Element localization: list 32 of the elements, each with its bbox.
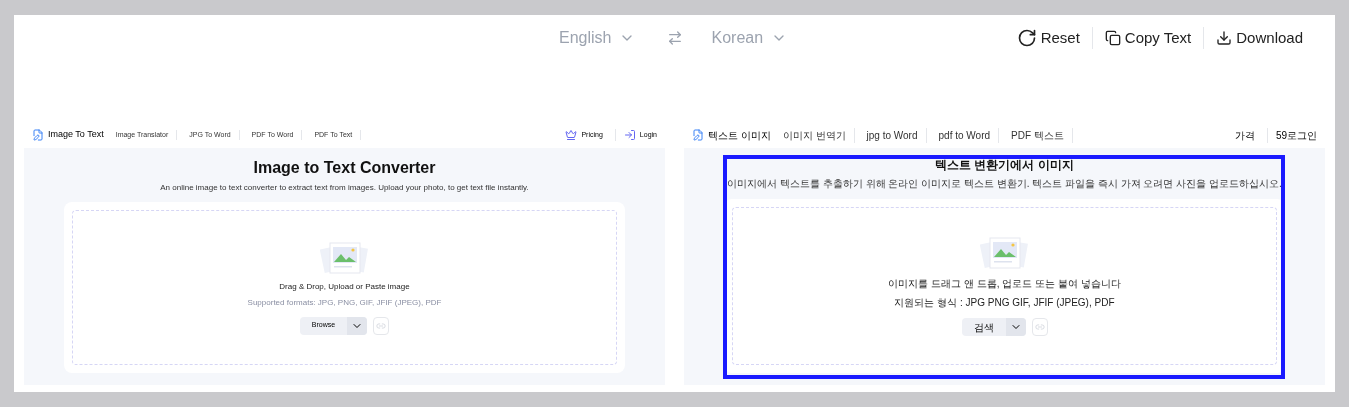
download-button[interactable]: Download — [1203, 26, 1315, 50]
page-title: Image to Text Converter — [253, 158, 436, 178]
logo-icon — [692, 129, 704, 141]
drop-text: 이미지를 드래그 앤 드롭, 업로드 또는 붙여 넣습니다 — [888, 277, 1121, 291]
dropdown-button[interactable] — [1005, 318, 1026, 336]
page-title: 텍스트 변환기에서 이미지 — [935, 157, 1074, 174]
swap-icon[interactable] — [667, 30, 684, 46]
nav-link[interactable]: 이미지 번역기 — [782, 127, 855, 143]
copy-icon — [1104, 30, 1121, 46]
dropdown-button[interactable] — [347, 316, 368, 335]
nav-link[interactable]: pdf to Word — [938, 127, 1000, 143]
reset-icon — [1016, 28, 1037, 48]
image-stack-icon — [979, 236, 1030, 272]
crown-icon — [565, 129, 578, 141]
formats-text: Supported formats: JPG, PNG, GIF, JFIF (JPEG), PDF — [247, 296, 442, 309]
pricing-link[interactable]: 가격 — [1234, 127, 1255, 143]
download-icon — [1216, 30, 1233, 46]
logo-icon — [32, 129, 44, 141]
drop-text: Drag & Drop, Upload or Paste image — [279, 280, 410, 293]
formats-text: 지원되는 형식 : JPG PNG GIF, JFIF (JPEG), PDF — [894, 296, 1115, 310]
logo-text: Image To Text — [48, 128, 104, 142]
image-stack-icon — [319, 240, 370, 277]
logo-text: 텍스트 이미지 — [708, 128, 771, 143]
login-icon — [623, 129, 636, 141]
nav-link[interactable]: jpg to Word — [866, 127, 927, 143]
reset-button[interactable]: Reset — [1004, 26, 1092, 50]
login-link[interactable]: 59로그인 — [1275, 127, 1317, 143]
page-subtitle: An online image to text converter to extract text from images. Upload your photo, to get text file instantly. — [160, 182, 529, 194]
page-subtitle: 이미지에서 텍스트를 추출하기 위해 온라인 이미지로 텍스트 변환기. 텍스트 파일을 즉시 가져 오려면 사진을 업로드하십시오. — [727, 177, 1282, 191]
drop-zone[interactable]: 이미지를 드래그 앤 드롭, 업로드 또는 붙여 넣습니다 지원되는 형식 : JPG PNG GIF, JFIF (JPEG), PDF 검색 — [732, 207, 1277, 365]
nav-link[interactable]: PDF 텍스트 — [1011, 127, 1073, 143]
copy-button[interactable]: Copy Text — [1091, 26, 1204, 50]
